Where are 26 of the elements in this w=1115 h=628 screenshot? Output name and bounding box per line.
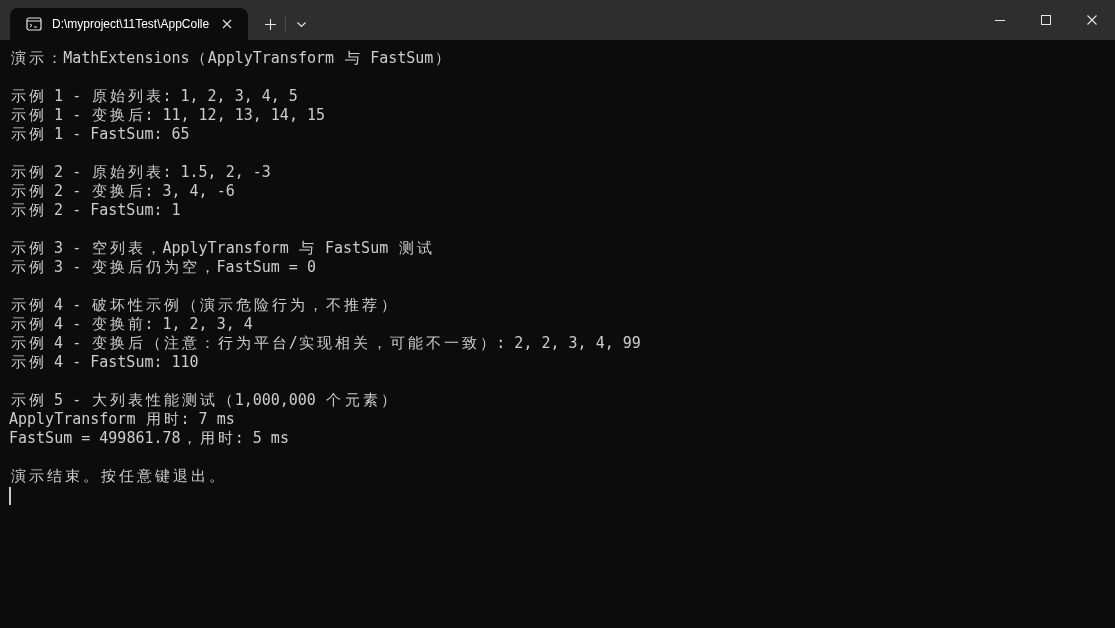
close-icon	[222, 19, 232, 29]
console-line: 演示：MathExtensions（ApplyTransform 与 FastSum）	[9, 49, 451, 68]
minimize-icon	[995, 19, 1005, 21]
console-line: 示例 5 - 大列表性能测试（1,000,000 个元素）	[9, 391, 397, 410]
console-line: 示例 3 - 空列表，ApplyTransform 与 FastSum 测试	[9, 239, 433, 258]
plus-icon	[264, 18, 276, 30]
console-line: 示例 1 - FastSum: 65	[9, 125, 190, 144]
console-line: 示例 2 - 原始列表: 1.5, 2, -3	[9, 163, 271, 182]
console-line: 示例 2 - FastSum: 1	[9, 201, 181, 220]
console-line: 示例 1 - 变换后: 11, 12, 13, 14, 15	[9, 106, 325, 125]
close-icon	[1087, 15, 1097, 25]
console-line: 示例 4 - 变换后（注意：行为平台/实现相关，可能不一致）: 2, 2, 3, 4, 99	[9, 334, 641, 353]
tab[interactable]: D:\myproject\11Test\AppColle	[10, 8, 248, 40]
console-line: 示例 1 - 原始列表: 1, 2, 3, 4, 5	[9, 87, 298, 106]
console-line: FastSum = 499861.78，用时: 5 ms	[9, 429, 289, 448]
maximize-icon	[1041, 15, 1051, 25]
text-cursor-icon	[9, 487, 11, 505]
chevron-down-icon	[296, 21, 306, 27]
console-line: 示例 2 - 变换后: 3, 4, -6	[9, 182, 235, 201]
console-line: 演示结束。按任意键退出。	[9, 467, 226, 486]
console-line: 示例 4 - 变换前: 1, 2, 3, 4	[9, 315, 253, 334]
console-line: 示例 4 - 破坏性示例（演示危险行为，不推荐）	[9, 296, 397, 315]
terminal-icon	[26, 16, 42, 32]
console-line: 示例 4 - FastSum: 110	[9, 353, 199, 372]
console-line: 示例 3 - 变换后仍为空，FastSum = 0	[9, 258, 316, 277]
console-line: ApplyTransform 用时: 7 ms	[9, 410, 235, 429]
